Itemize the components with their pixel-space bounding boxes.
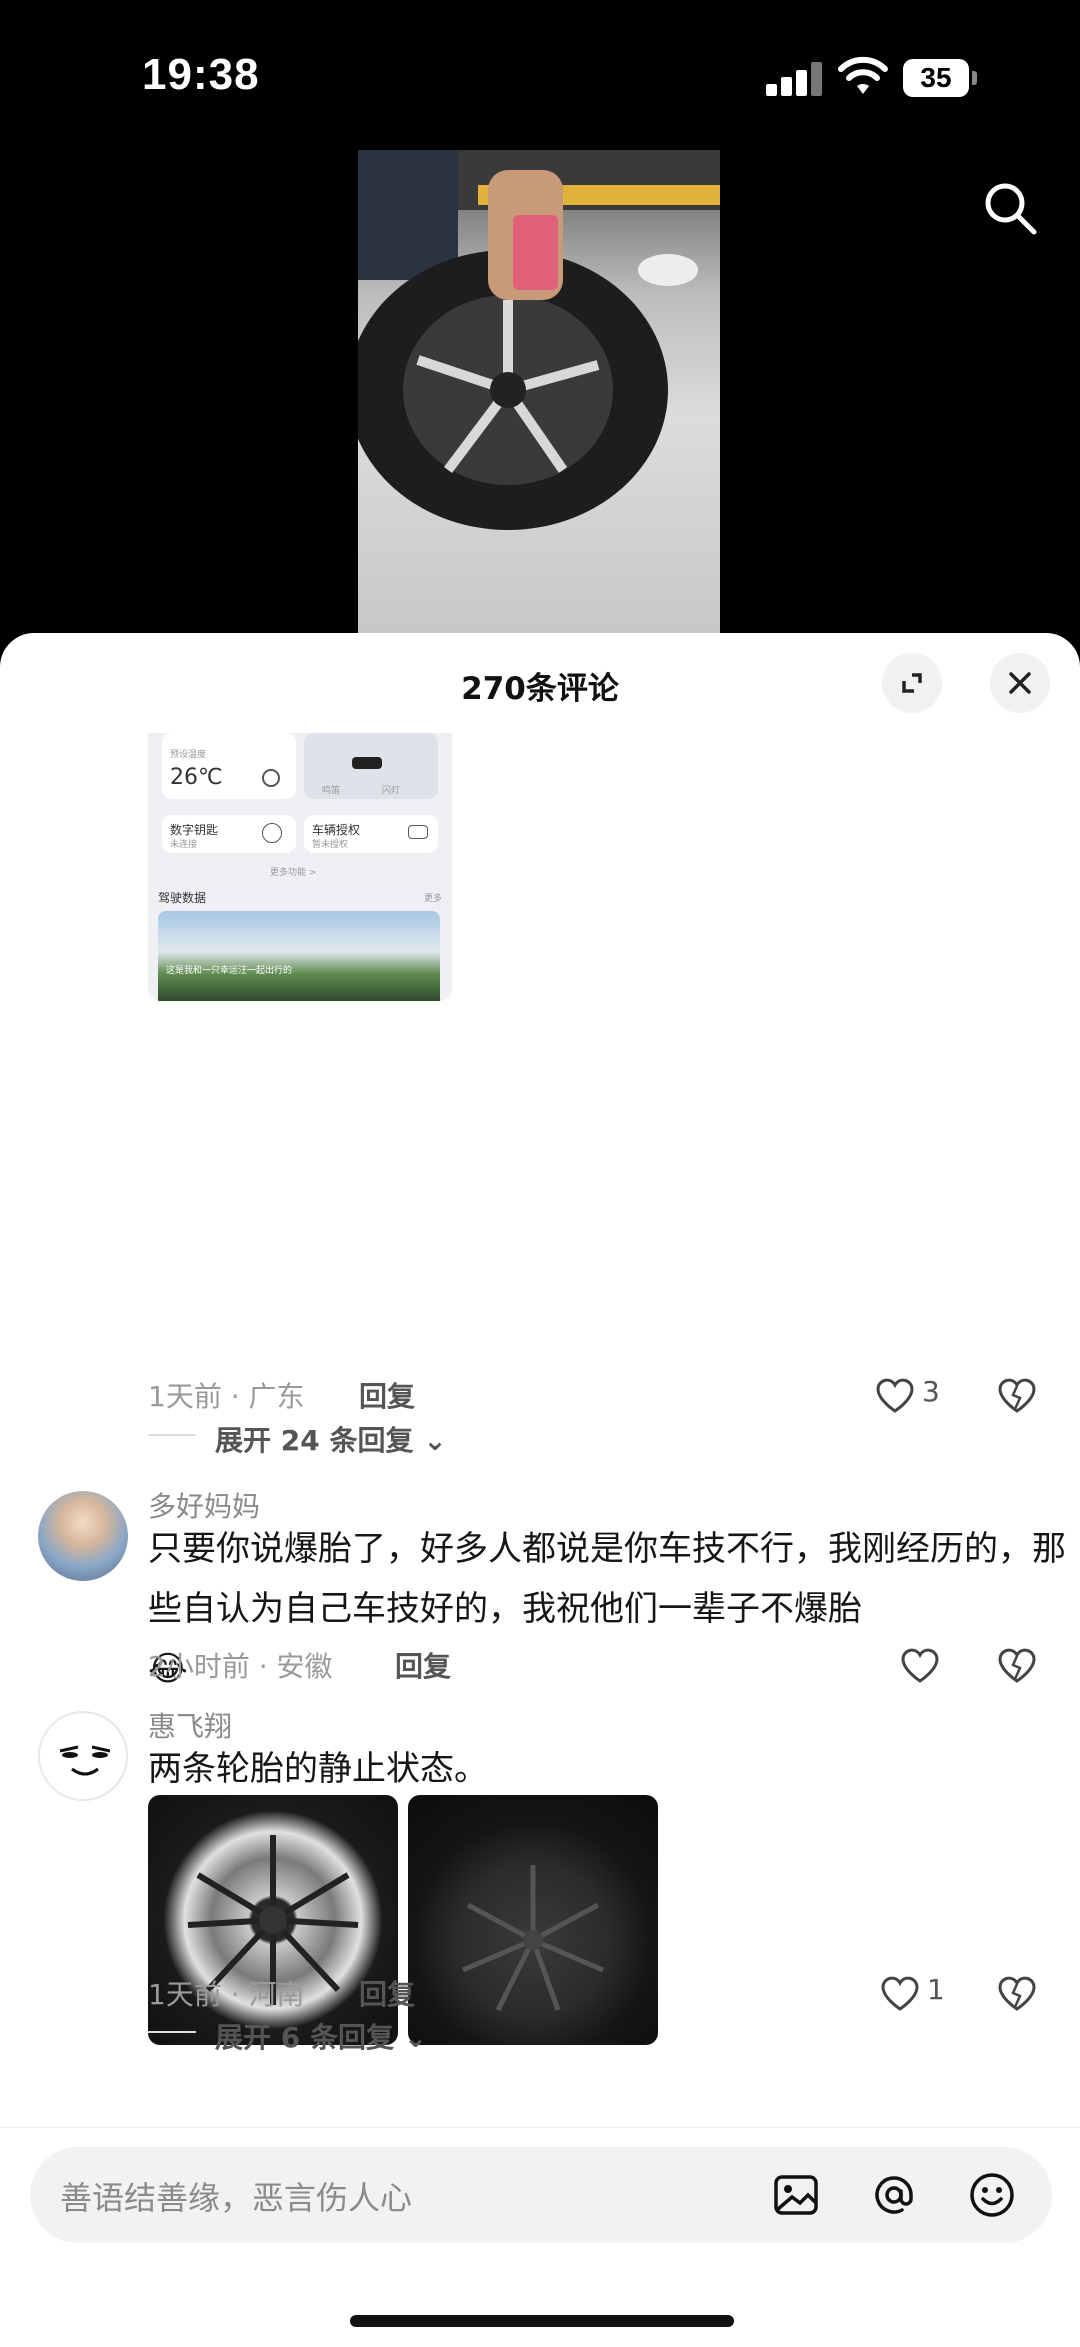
comment-3-photo-2[interactable]: [408, 1795, 658, 2045]
more-features-link: 更多功能 >: [270, 868, 317, 878]
temp-card: 预设温度 26℃: [162, 733, 296, 799]
home-indicator: [350, 2315, 734, 2327]
like-icon[interactable]: [900, 1647, 940, 1683]
avatar[interactable]: [38, 1491, 128, 1581]
digital-key-card: 数字钥匙 未连接: [162, 815, 296, 853]
tire-photo: [358, 150, 720, 530]
landscape-photo: 这是我和一只幸运汪一起出行的: [158, 911, 440, 1001]
comment-1-like-count: 3: [922, 1375, 940, 1408]
comment-1-expand-replies[interactable]: 展开 24 条回复 ⌄: [215, 1419, 447, 1459]
comment-image-app-screenshot[interactable]: 预设温度 26℃ 鸣笛 闪灯 数字钥匙 未连接 车辆授权 暂未授权 更多功能 >…: [148, 733, 452, 1001]
image-picker-icon[interactable]: [770, 2169, 822, 2221]
status-bar: 19:38 35: [0, 0, 1080, 150]
emoji-icon[interactable]: [966, 2169, 1018, 2221]
avatar[interactable]: [38, 1711, 128, 1801]
comment-3-reply-button[interactable]: 回复: [359, 1973, 415, 2013]
search-icon[interactable]: [980, 178, 1040, 238]
chevron-down-icon: ⌄: [403, 2021, 428, 2054]
comment-1-reply-button[interactable]: 回复: [359, 1375, 415, 1415]
dislike-icon[interactable]: [997, 1975, 1037, 2011]
comment-2-meta: 2小时前 · 安徽: [148, 1650, 333, 1683]
fan-icon: [262, 769, 280, 787]
wheel-image: [462, 1865, 604, 2012]
wifi-icon: [838, 56, 888, 94]
battery-icon: 35: [903, 59, 977, 97]
expand-sheet-button[interactable]: [882, 653, 942, 713]
comment-1-meta: 1天前 · 广东: [148, 1380, 305, 1413]
comment-3-like-count: 1: [927, 1973, 945, 2006]
dislike-icon[interactable]: [997, 1377, 1037, 1413]
like-icon[interactable]: [875, 1377, 915, 1413]
close-icon: [1009, 672, 1031, 694]
status-time: 19:38: [142, 50, 260, 99]
battery-level: 35: [903, 59, 969, 97]
comment-3-text: 两条轮胎的静止状态。: [148, 1749, 488, 1789]
map-card: 鸣笛 闪灯: [304, 733, 438, 799]
video-preview[interactable]: [358, 150, 720, 633]
driving-data-title: 驾驶数据: [158, 891, 207, 905]
like-icon[interactable]: [880, 1975, 920, 2011]
expand-icon: [902, 673, 922, 693]
car-auth-icon: [408, 825, 428, 839]
key-icon: [262, 823, 282, 843]
meme-face-icon: [59, 1745, 111, 1776]
close-button[interactable]: [990, 653, 1050, 713]
more-link: 更多: [424, 894, 443, 904]
dislike-icon[interactable]: [997, 1647, 1037, 1683]
car-icon: [352, 757, 382, 769]
comment-input-placeholder[interactable]: 善语结善缘，恶言伤人心: [60, 2173, 412, 2219]
comment-3-expand-replies[interactable]: 展开 6 条回复 ⌄: [215, 2016, 427, 2056]
divider-line: [148, 1434, 196, 1436]
divider-line: [0, 2127, 1080, 2128]
comment-2-reply-button[interactable]: 回复: [395, 1645, 451, 1685]
vehicle-auth-card: 车辆授权 暂未授权: [304, 815, 438, 853]
comment-input-bar[interactable]: 善语结善缘，恶言伤人心: [30, 2147, 1052, 2243]
chevron-down-icon: ⌄: [423, 1424, 447, 1457]
comments-sheet: 270条评论 预设温度 26℃ 鸣笛 闪灯 数字钥匙 未连接 车辆授权 暂未授权…: [0, 633, 1080, 2347]
cellular-signal-icon: [766, 62, 822, 96]
mention-icon[interactable]: [868, 2169, 920, 2221]
comment-3-meta: 1天前 · 河南: [148, 1978, 305, 2011]
divider-line: [148, 2031, 196, 2033]
